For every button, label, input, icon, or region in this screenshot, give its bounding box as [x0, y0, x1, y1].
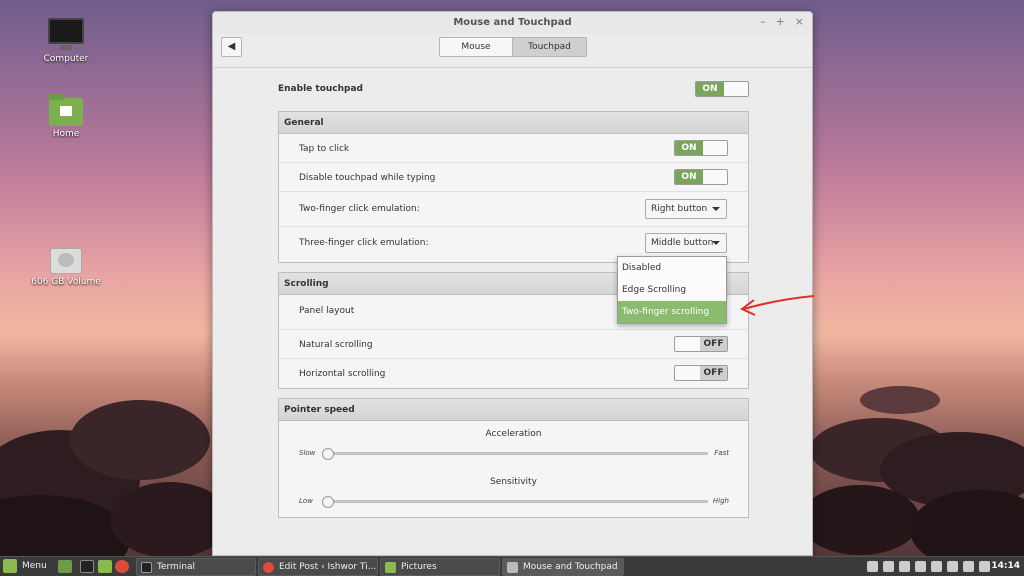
task-label: Terminal [157, 562, 196, 572]
network-icon[interactable] [931, 561, 942, 572]
toolbar: ◀ Mouse Touchpad [213, 34, 812, 68]
acceleration-slider-block: Acceleration Slow Fast [279, 421, 748, 469]
natural-scrolling-label: Natural scrolling [299, 340, 373, 350]
annotation-arrow-icon [740, 295, 815, 316]
tap-to-click-row: Tap to click ON [279, 134, 748, 163]
sensitivity-label: Sensitivity [490, 477, 537, 487]
minimize-icon[interactable]: – [760, 15, 766, 28]
acceleration-label: Acceleration [485, 429, 542, 439]
natural-scrolling-switch[interactable]: OFF [674, 336, 728, 352]
two-finger-click-label: Two-finger click emulation: [299, 204, 420, 214]
general-section: General Tap to click ON Disable touchpad… [278, 111, 749, 263]
three-finger-click-label: Three-finger click emulation: [299, 238, 429, 248]
folder-icon [385, 562, 396, 573]
three-finger-click-combo[interactable]: Middle button [645, 233, 727, 253]
disable-while-typing-row: Disable touchpad while typing ON [279, 163, 748, 192]
tap-to-click-switch[interactable]: ON [674, 140, 728, 156]
panel-layout-label: Panel layout [299, 306, 355, 316]
acceleration-min-label: Slow [299, 449, 316, 457]
desktop-icon-computer[interactable]: Computer [21, 18, 111, 64]
task-label: Edit Post ‹ Ishwor Ti... [279, 562, 377, 572]
clock[interactable]: 14:14 [991, 561, 1020, 571]
chevron-down-icon [712, 207, 720, 211]
terminal-icon [141, 562, 152, 573]
desktop-icon-home[interactable]: Home [21, 94, 111, 139]
taskbar: Menu Terminal Edit Post ‹ Ishwor Ti... P… [0, 556, 1024, 576]
natural-scrolling-row: Natural scrolling OFF [279, 330, 748, 359]
terminal-launcher-icon[interactable] [80, 560, 94, 573]
shield-icon[interactable] [963, 561, 974, 572]
tab-touchpad[interactable]: Touchpad [513, 37, 587, 57]
two-finger-click-value: Right button [651, 204, 708, 214]
chrome-launcher-icon[interactable] [115, 560, 129, 573]
tap-to-click-label: Tap to click [299, 144, 350, 154]
task-label: Pictures [401, 562, 437, 572]
enable-touchpad-row: Enable touchpad ON [278, 78, 749, 102]
stack-switcher: Mouse Touchpad [439, 37, 587, 57]
disable-while-typing-label: Disable touchpad while typing [299, 173, 436, 183]
tab-mouse[interactable]: Mouse [439, 37, 513, 57]
sensitivity-min-label: Low [299, 497, 313, 505]
enable-touchpad-switch[interactable]: ON [695, 81, 749, 97]
home-folder-icon [49, 94, 83, 126]
close-icon[interactable]: × [795, 15, 804, 28]
show-desktop-icon[interactable] [58, 560, 72, 573]
disable-while-typing-switch[interactable]: ON [674, 169, 728, 185]
dropdown-option-edge-scrolling[interactable]: Edge Scrolling [618, 279, 726, 301]
task-pictures[interactable]: Pictures [380, 558, 500, 576]
drive-icon [50, 248, 82, 274]
task-terminal[interactable]: Terminal [136, 558, 256, 576]
menu-label: Menu [22, 561, 47, 571]
horizontal-scrolling-row: Horizontal scrolling OFF [279, 359, 748, 388]
titlebar[interactable]: Mouse and Touchpad – + × [213, 12, 812, 34]
chrome-icon [263, 562, 274, 573]
window-title: Mouse and Touchpad [453, 17, 572, 28]
volume-icon[interactable] [947, 561, 958, 572]
arrow-left-icon: ◀ [227, 41, 236, 52]
chevron-down-icon [712, 241, 720, 245]
menu-button[interactable]: Menu [3, 559, 47, 573]
acceleration-slider[interactable] [322, 448, 708, 460]
task-label: Mouse and Touchpad [523, 562, 618, 572]
pointer-speed-heading: Pointer speed [279, 399, 748, 421]
task-mouse-touchpad[interactable]: Mouse and Touchpad [502, 558, 624, 576]
wifi-icon[interactable] [915, 561, 926, 572]
files-launcher-icon[interactable] [98, 560, 112, 573]
system-tray [867, 561, 990, 572]
desktop-icon-volume[interactable]: 606 GB Volume [21, 248, 111, 287]
two-finger-click-row: Two-finger click emulation: Right button [279, 192, 748, 227]
enable-touchpad-label: Enable touchpad [278, 84, 363, 94]
display-icon[interactable] [883, 561, 894, 572]
acceleration-max-label: Fast [714, 449, 729, 457]
back-button[interactable]: ◀ [221, 37, 242, 57]
two-finger-click-combo[interactable]: Right button [645, 199, 727, 219]
general-heading: General [279, 112, 748, 134]
sensitivity-max-label: High [712, 497, 729, 505]
pointer-speed-section: Pointer speed Acceleration Slow Fast Sen… [278, 398, 749, 518]
clipboard-icon[interactable] [899, 561, 910, 572]
panel-layout-dropdown: Disabled Edge Scrolling Two-finger scrol… [617, 256, 727, 324]
sensitivity-slider[interactable] [322, 496, 708, 508]
maximize-icon[interactable]: + [776, 15, 785, 28]
horizontal-scrolling-label: Horizontal scrolling [299, 369, 386, 379]
sensitivity-slider-block: Sensitivity Low High [279, 469, 748, 517]
task-edit-post[interactable]: Edit Post ‹ Ishwor Ti... [258, 558, 378, 576]
three-finger-click-value: Middle button [651, 238, 714, 248]
mint-logo-icon [3, 559, 17, 573]
settings-icon [507, 562, 518, 573]
computer-icon [48, 18, 84, 50]
dropdown-option-two-finger-scrolling[interactable]: Two-finger scrolling [618, 301, 726, 323]
horizontal-scrolling-switch[interactable]: OFF [674, 365, 728, 381]
battery-icon[interactable] [979, 561, 990, 572]
user-icon[interactable] [867, 561, 878, 572]
dropdown-option-disabled[interactable]: Disabled [618, 257, 726, 279]
acceleration-slider-knob[interactable] [322, 448, 334, 460]
sensitivity-slider-knob[interactable] [322, 496, 334, 508]
